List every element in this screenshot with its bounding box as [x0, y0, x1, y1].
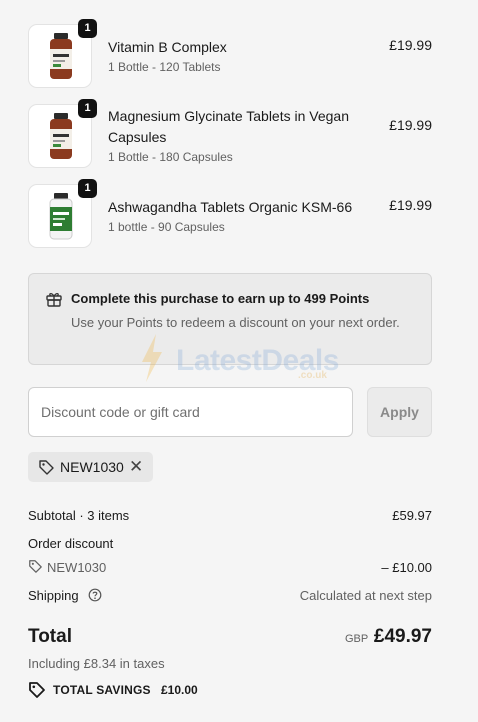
points-banner: Complete this purchase to earn up to 499… — [28, 273, 432, 365]
cart-item: 1 Vitamin B Complex 1 Bottle - 120 Table… — [28, 19, 432, 90]
points-title: Complete this purchase to earn up to 499… — [71, 291, 370, 306]
item-variant: 1 Bottle - 120 Tablets — [108, 60, 221, 74]
discount-code-input[interactable] — [28, 387, 353, 437]
apply-button[interactable]: Apply — [367, 387, 432, 437]
total-currency: GBP — [345, 633, 369, 645]
applied-discount-chip: NEW1030 ✕ — [28, 452, 153, 482]
item-name: Vitamin B Complex — [108, 39, 227, 55]
item-price: £19.99 — [389, 37, 432, 53]
cart-item: 1 Magnesium Glycinate Tablets in Vegan C… — [28, 99, 432, 170]
gift-icon — [46, 293, 62, 307]
shipping-value: Calculated at next step — [299, 588, 432, 603]
bottle-icon — [50, 113, 72, 159]
taxes-note: Including £8.34 in taxes — [28, 656, 165, 671]
total-savings-label: TOTAL SAVINGS — [53, 683, 151, 697]
shipping-label: Shipping — [28, 588, 79, 603]
total-savings-value: £10.00 — [161, 683, 198, 697]
item-price: £19.99 — [389, 197, 432, 213]
item-name: Ashwagandha Tablets Organic KSM-66 — [108, 199, 353, 215]
total-label: Total — [28, 626, 72, 647]
subtotal-label: Subtotal · 3 items — [28, 508, 130, 523]
discount-code-summary: NEW1030 — [47, 560, 107, 575]
tag-icon — [29, 560, 42, 573]
close-icon[interactable]: ✕ — [129, 458, 143, 475]
item-price: £19.99 — [389, 117, 432, 133]
cart-item: 1 Ashwagandha Tablets Organic KSM-66 1 b… — [28, 179, 432, 250]
applied-code-label: NEW1030 — [60, 459, 124, 475]
order-discount-label: Order discount — [28, 536, 114, 551]
bottle-icon — [49, 193, 73, 240]
points-subtitle: Use your Points to redeem a discount on … — [71, 315, 400, 330]
discount-value: – £10.00 — [381, 560, 432, 575]
item-variant: 1 bottle - 90 Capsules — [108, 220, 225, 234]
help-circle-icon[interactable] — [88, 588, 102, 602]
total-amount: £49.97 — [373, 626, 432, 647]
subtotal-value: £59.97 — [392, 508, 432, 523]
savings-tag-icon — [29, 682, 45, 698]
quantity-badge: 1 — [78, 99, 97, 118]
item-name: Magnesium Glycinate Tablets in Vegan Cap… — [108, 108, 349, 145]
watermark-subtext: .co.uk — [298, 370, 327, 381]
item-variant: 1 Bottle - 180 Capsules — [108, 150, 233, 164]
quantity-badge: 1 — [78, 19, 97, 38]
quantity-badge: 1 — [78, 179, 97, 198]
bottle-icon — [50, 33, 72, 79]
tag-icon — [39, 460, 54, 475]
